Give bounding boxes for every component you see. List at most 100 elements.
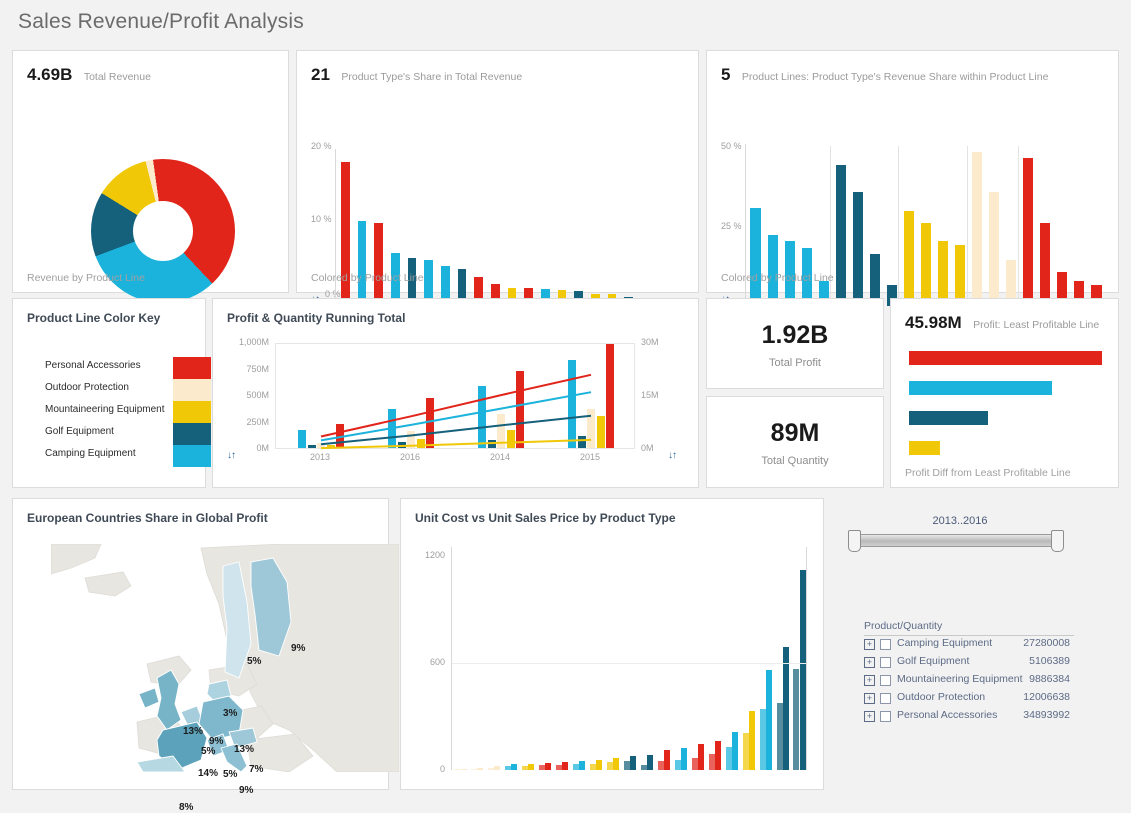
bar-unit-price[interactable] bbox=[782, 646, 789, 770]
bar-unit-price[interactable] bbox=[511, 763, 518, 770]
row-checkbox[interactable] bbox=[880, 657, 891, 668]
tree-row[interactable]: + Golf Equipment 5106389 bbox=[864, 654, 1074, 672]
panel-unit-cost: Unit Cost vs Unit Sales Price by Product… bbox=[400, 498, 824, 790]
slider-track[interactable] bbox=[848, 534, 1062, 547]
color-key-item[interactable]: Outdoor Protection bbox=[27, 379, 211, 401]
panel-running-total: Profit & Quantity Running Total 1,000M 75… bbox=[212, 298, 699, 488]
tree-row[interactable]: + Personal Accessories 34893992 bbox=[864, 708, 1074, 726]
color-key-label: Mountaineering Equipment bbox=[45, 404, 165, 415]
expand-icon[interactable]: + bbox=[864, 693, 875, 704]
year-range-slider[interactable]: 2013..2016 bbox=[836, 515, 1084, 564]
bar[interactable] bbox=[909, 441, 940, 455]
bar[interactable] bbox=[989, 192, 1000, 306]
map-value-label: 13% bbox=[234, 744, 255, 755]
bar[interactable] bbox=[852, 192, 863, 306]
color-key-item[interactable]: Golf Equipment bbox=[27, 423, 211, 445]
bar[interactable] bbox=[341, 162, 350, 306]
bar[interactable] bbox=[835, 164, 846, 306]
x-tick[interactable]: 2013 bbox=[306, 452, 334, 462]
right-y-tick: 0M bbox=[641, 443, 654, 453]
bar[interactable] bbox=[1040, 222, 1051, 306]
bar-unit-price[interactable] bbox=[765, 670, 772, 770]
expand-icon[interactable]: + bbox=[864, 657, 875, 668]
row-checkbox[interactable] bbox=[880, 675, 891, 686]
map-value-label: 5% bbox=[223, 769, 238, 780]
bar-unit-price[interactable] bbox=[663, 750, 670, 770]
bar[interactable] bbox=[955, 244, 966, 306]
total-revenue-value: 4.69B bbox=[27, 65, 73, 84]
panel-total-profit: 1.92B Total Profit bbox=[706, 298, 884, 389]
bar-unit-price[interactable] bbox=[494, 766, 501, 770]
bar[interactable] bbox=[1023, 158, 1034, 306]
bar[interactable] bbox=[909, 351, 1102, 365]
bar-unit-price[interactable] bbox=[613, 757, 620, 770]
panel-total-quantity: 89M Total Quantity bbox=[706, 396, 884, 488]
color-key-item[interactable]: Mountaineering Equipment bbox=[27, 401, 211, 423]
color-key-item[interactable]: Personal Accessories bbox=[27, 357, 211, 379]
unit-cost-bar-chart[interactable] bbox=[451, 547, 807, 770]
bar-unit-price[interactable] bbox=[697, 744, 704, 770]
bar-unit-price[interactable] bbox=[799, 570, 806, 770]
expand-icon[interactable]: + bbox=[864, 711, 875, 722]
color-key-swatch bbox=[173, 423, 211, 445]
map-value-label: 13% bbox=[183, 726, 204, 737]
tree-row[interactable]: + Camping Equipment 27280008 bbox=[864, 636, 1074, 654]
bar-unit-cost[interactable] bbox=[640, 764, 647, 770]
map-value-label: 7% bbox=[249, 764, 264, 775]
slider-handle-left[interactable] bbox=[848, 530, 861, 552]
bar-unit-price[interactable] bbox=[460, 768, 467, 770]
bar-unit-price[interactable] bbox=[748, 711, 755, 770]
bar[interactable] bbox=[374, 222, 383, 306]
product-type-count: 21 bbox=[311, 65, 330, 84]
row-checkbox[interactable] bbox=[880, 711, 891, 722]
bar-unit-price[interactable] bbox=[562, 762, 569, 770]
bar-unit-price[interactable] bbox=[579, 760, 586, 770]
bar[interactable] bbox=[909, 411, 989, 425]
bar-unit-price[interactable] bbox=[596, 760, 603, 770]
tree-row-label: Personal Accessories bbox=[897, 709, 998, 721]
panel-share-within-product-line: 5 Product Lines: Product Type's Revenue … bbox=[706, 50, 1119, 307]
bar-unit-price[interactable] bbox=[680, 747, 687, 770]
bar[interactable] bbox=[357, 221, 367, 306]
bar[interactable] bbox=[920, 222, 932, 306]
bar[interactable] bbox=[750, 207, 761, 306]
bar[interactable] bbox=[903, 210, 914, 306]
expand-icon[interactable]: + bbox=[864, 675, 875, 686]
slider-handle-right[interactable] bbox=[1051, 530, 1064, 552]
bar[interactable] bbox=[972, 152, 983, 306]
group-separator bbox=[898, 146, 900, 306]
bar-unit-price[interactable] bbox=[630, 756, 637, 770]
bar-unit-price[interactable] bbox=[714, 740, 721, 770]
tree-row-label: Camping Equipment bbox=[897, 637, 993, 649]
bar[interactable] bbox=[767, 235, 778, 306]
row-checkbox[interactable] bbox=[880, 639, 891, 650]
europe-choropleth-map[interactable] bbox=[51, 544, 399, 772]
bar-unit-price[interactable] bbox=[477, 768, 484, 770]
map-title: European Countries Share in Global Profi… bbox=[27, 511, 268, 525]
expand-icon[interactable]: + bbox=[864, 639, 875, 650]
bar-unit-price[interactable] bbox=[528, 764, 535, 770]
row-checkbox[interactable] bbox=[880, 693, 891, 704]
running-total-sort-left[interactable]: ↓↑ bbox=[227, 450, 236, 461]
tree-row[interactable]: + Mountaineering Equipment 9886384 bbox=[864, 672, 1074, 690]
color-key-item[interactable]: Camping Equipment bbox=[27, 445, 211, 467]
bar-unit-price[interactable] bbox=[545, 762, 552, 770]
bar[interactable] bbox=[937, 241, 949, 306]
least-profitable-value: 45.98M bbox=[905, 313, 962, 332]
y-tick: 0 bbox=[439, 764, 445, 774]
group-separator bbox=[966, 146, 968, 306]
bar-unit-price[interactable] bbox=[647, 754, 654, 770]
bar-unit-price[interactable] bbox=[731, 731, 738, 770]
running-total-sort-right[interactable]: ↓↑ bbox=[668, 450, 677, 461]
x-tick[interactable]: 2014 bbox=[486, 452, 514, 462]
product-quantity-tree[interactable]: + Camping Equipment 27280008 + Golf Equipmen… bbox=[864, 636, 1074, 726]
x-tick[interactable]: 2016 bbox=[396, 452, 424, 462]
tree-row-label: Golf Equipment bbox=[897, 655, 970, 667]
y-tick: 10 % bbox=[311, 214, 332, 224]
bar[interactable] bbox=[909, 381, 1052, 395]
running-total-chart[interactable] bbox=[275, 343, 635, 450]
x-tick[interactable]: 2015 bbox=[576, 452, 604, 462]
profit-diff-caption: Profit Diff from Least Profitable Line bbox=[905, 467, 1071, 479]
tree-row[interactable]: + Outdoor Protection 12006638 bbox=[864, 690, 1074, 708]
share-panel-caption: Colored by Product Line bbox=[311, 272, 424, 284]
